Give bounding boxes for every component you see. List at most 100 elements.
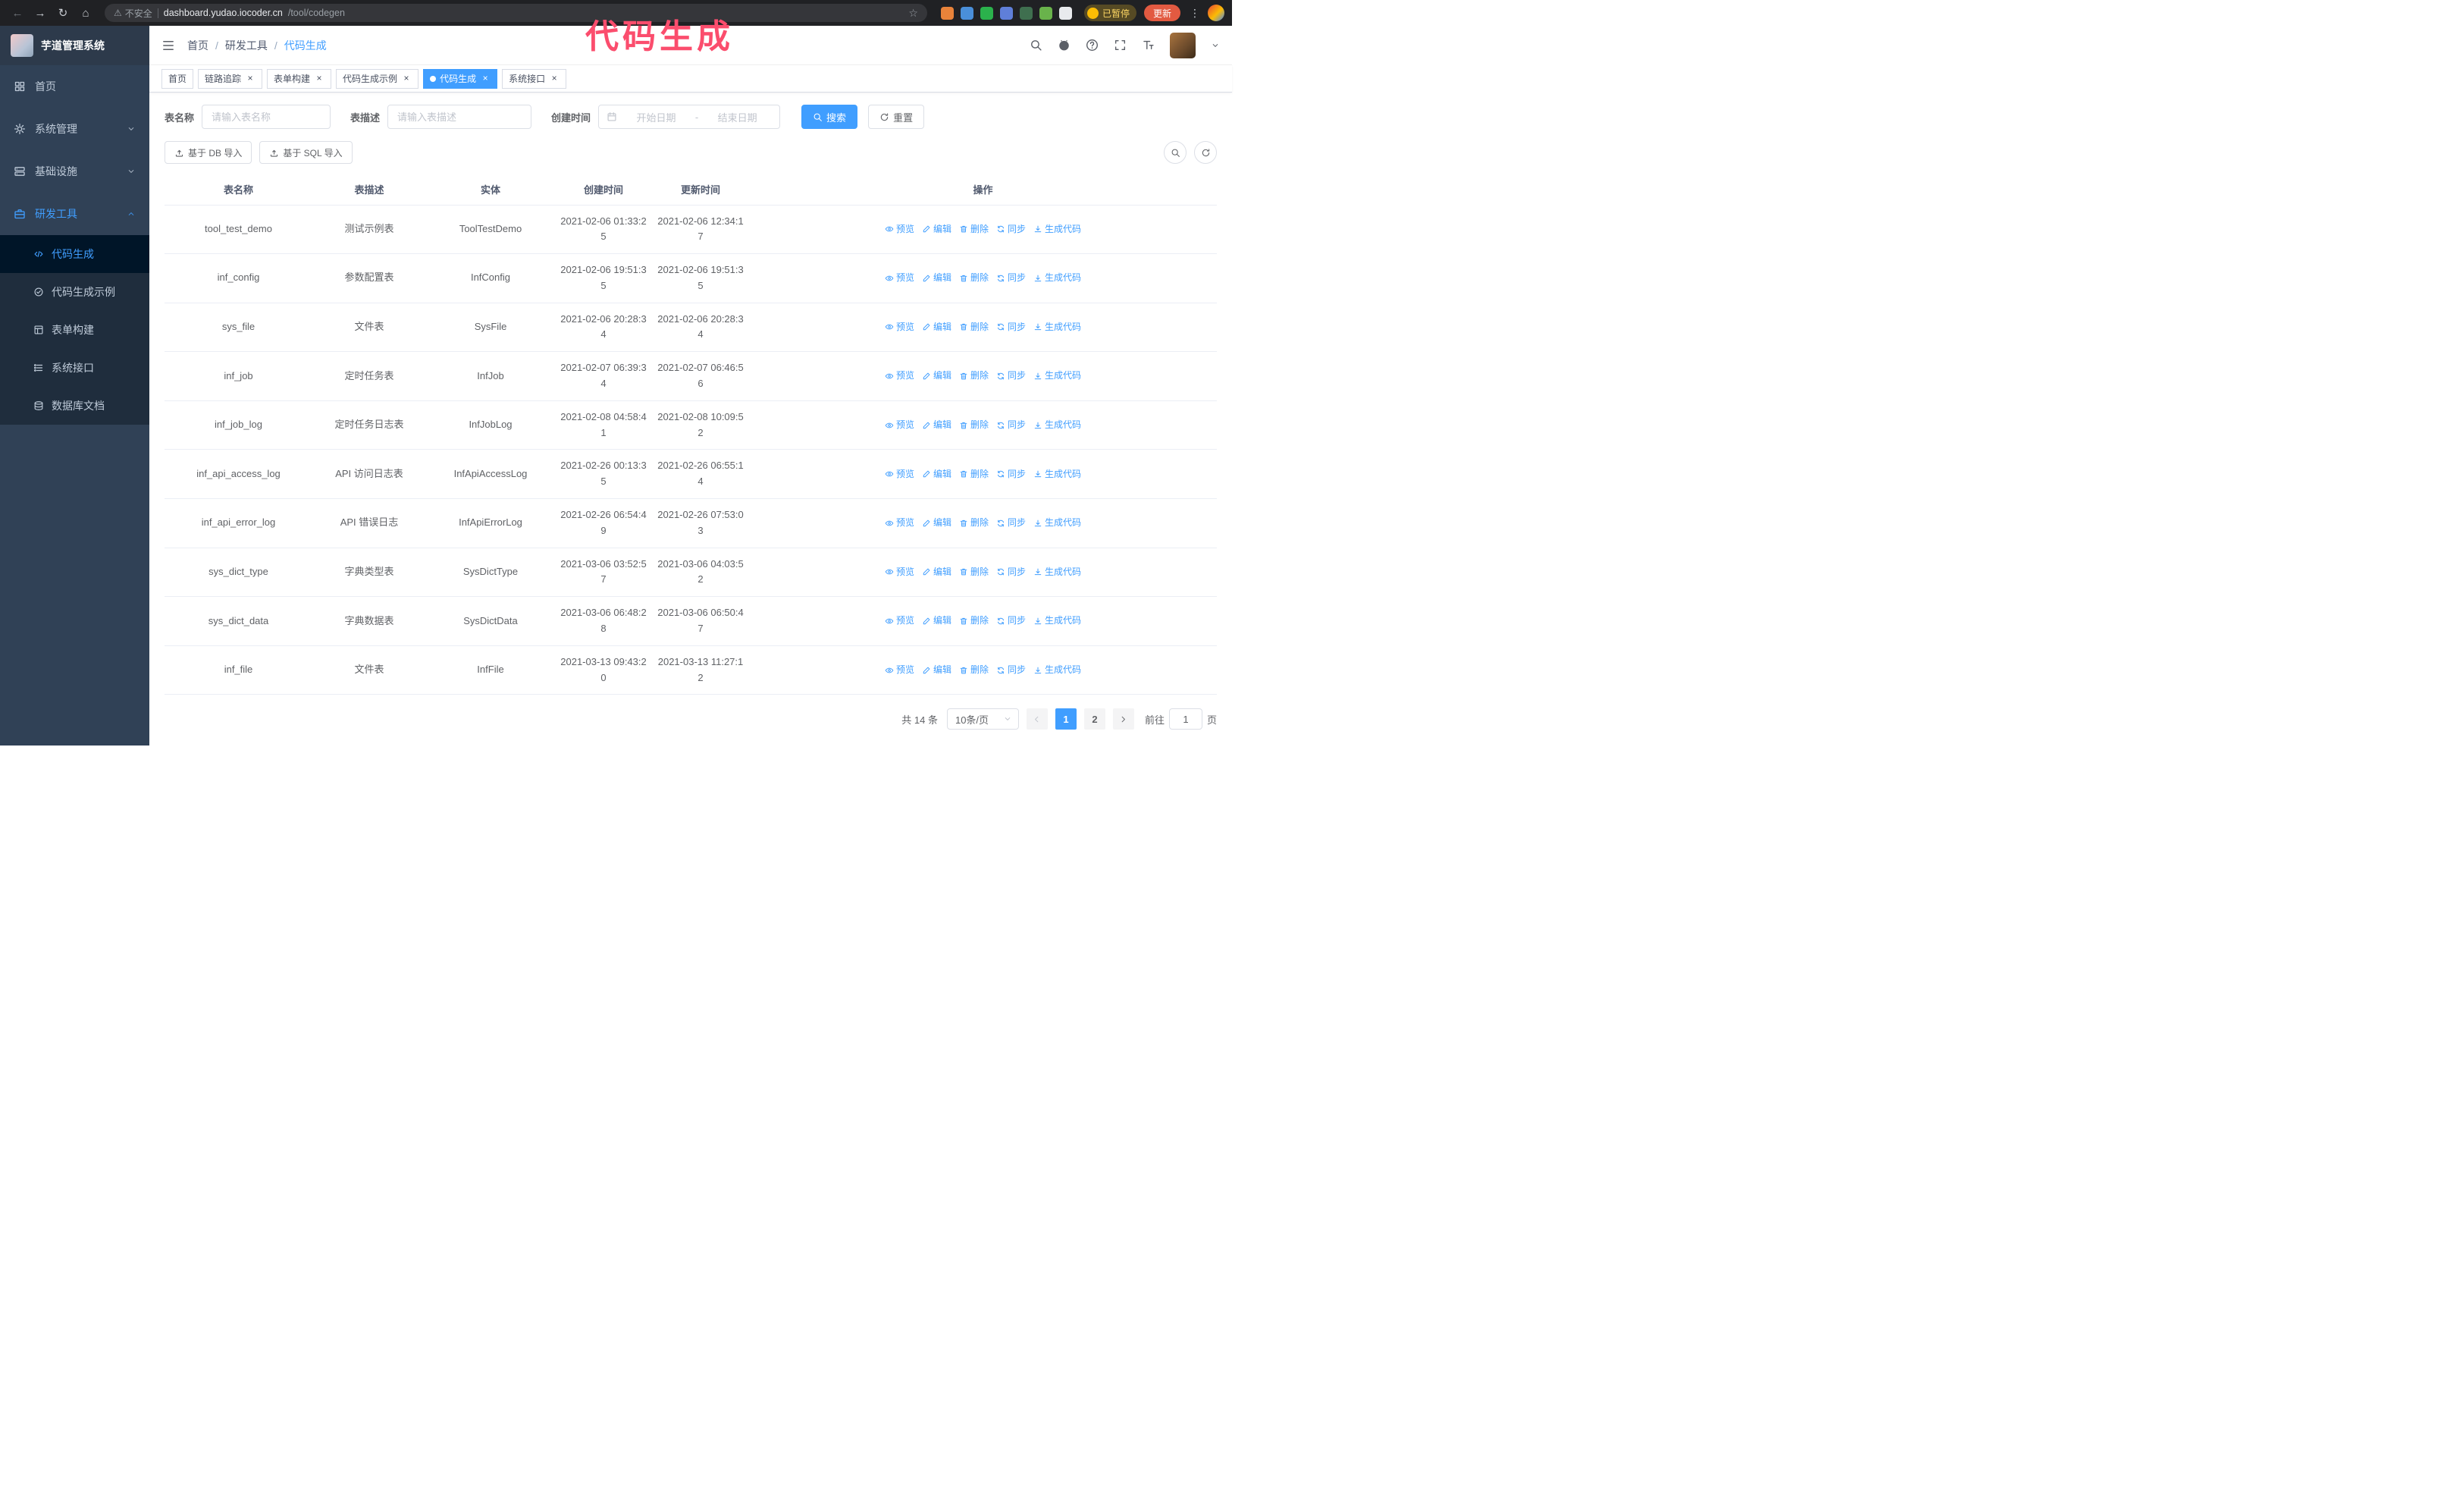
menu-fold-icon[interactable] [161,39,175,52]
action-sync-link[interactable]: 同步 [996,614,1026,628]
action-delete-link[interactable]: 删除 [959,222,989,237]
app-logo[interactable]: 芋道管理系统 [0,26,149,65]
action-sync-link[interactable]: 同步 [996,467,1026,482]
fullscreen-icon[interactable] [1114,39,1127,52]
action-delete-link[interactable]: 删除 [959,418,989,432]
action-eye-link[interactable]: 预览 [885,516,914,530]
action-delete-link[interactable]: 删除 [959,467,989,482]
action-gencode-link[interactable]: 生成代码 [1033,516,1081,530]
import-sql-button[interactable]: 基于 SQL 导入 [259,141,353,164]
tab-首页[interactable]: 首页 [161,68,194,89]
table-desc-input[interactable] [387,105,532,129]
action-gencode-link[interactable]: 生成代码 [1033,467,1081,482]
action-edit-link[interactable]: 编辑 [922,565,951,579]
browser-update-button[interactable]: 更新 [1143,5,1180,21]
action-eye-link[interactable]: 预览 [885,565,914,579]
browser-home-icon[interactable]: ⌂ [76,3,96,23]
goto-page-input[interactable] [1168,708,1202,730]
action-gencode-link[interactable]: 生成代码 [1033,271,1081,285]
sidebar-item[interactable]: 研发工具 [0,193,149,235]
help-icon[interactable] [1086,39,1099,52]
tab-链路追踪[interactable]: 链路追踪 × [198,68,263,89]
action-gencode-link[interactable]: 生成代码 [1033,614,1081,628]
sidebar-subitem[interactable]: 数据库文档 [0,387,149,425]
user-avatar[interactable] [1170,32,1196,58]
close-icon[interactable]: × [401,73,412,84]
action-sync-link[interactable]: 同步 [996,565,1026,579]
action-eye-link[interactable]: 预览 [885,320,914,334]
breadcrumb-devtools[interactable]: 研发工具 [225,38,268,53]
import-db-button[interactable]: 基于 DB 导入 [165,141,252,164]
extension-icon-5[interactable] [1019,6,1033,20]
action-eye-link[interactable]: 预览 [885,369,914,383]
next-page-button[interactable] [1112,708,1134,730]
tab-代码生成[interactable]: 代码生成 × [423,68,498,89]
action-gencode-link[interactable]: 生成代码 [1033,418,1081,432]
extension-icon-4[interactable] [999,6,1013,20]
action-gencode-link[interactable]: 生成代码 [1033,320,1081,334]
sidebar-subitem[interactable]: 代码生成 [0,235,149,273]
action-edit-link[interactable]: 编辑 [922,418,951,432]
action-edit-link[interactable]: 编辑 [922,663,951,677]
extension-icon-3[interactable] [980,6,993,20]
extension-icon-7[interactable] [1058,6,1072,20]
action-sync-link[interactable]: 同步 [996,418,1026,432]
action-sync-link[interactable]: 同步 [996,663,1026,677]
browser-back-icon[interactable]: ← [8,3,27,23]
action-sync-link[interactable]: 同步 [996,222,1026,237]
sidebar-item[interactable]: 首页 [0,65,149,108]
close-icon[interactable]: × [549,73,560,84]
action-sync-link[interactable]: 同步 [996,516,1026,530]
action-edit-link[interactable]: 编辑 [922,369,951,383]
security-warning[interactable]: ⚠ 不安全 [114,7,152,20]
browser-menu-icon[interactable]: ⋮ [1190,7,1200,20]
action-eye-link[interactable]: 预览 [885,467,914,482]
prev-page-button[interactable] [1026,708,1048,730]
font-size-icon[interactable] [1142,39,1155,52]
close-icon[interactable]: × [245,73,255,84]
action-edit-link[interactable]: 编辑 [922,516,951,530]
toggle-search-button[interactable] [1164,141,1187,164]
sidebar-subitem[interactable]: 系统接口 [0,349,149,387]
action-eye-link[interactable]: 预览 [885,418,914,432]
action-gencode-link[interactable]: 生成代码 [1033,565,1081,579]
browser-forward-icon[interactable]: → [30,3,50,23]
browser-reload-icon[interactable]: ↻ [53,3,73,23]
github-icon[interactable] [1058,39,1071,52]
reset-button[interactable]: 重置 [868,105,925,129]
bookmark-star-icon[interactable]: ☆ [908,7,918,20]
action-delete-link[interactable]: 删除 [959,369,989,383]
action-delete-link[interactable]: 删除 [959,565,989,579]
page-size-select[interactable]: 10条/页 [946,708,1019,730]
close-icon[interactable]: × [314,73,324,84]
action-gencode-link[interactable]: 生成代码 [1033,663,1081,677]
breadcrumb-home[interactable]: 首页 [187,38,208,53]
action-delete-link[interactable]: 删除 [959,614,989,628]
date-start-placeholder[interactable]: 开始日期 [622,110,691,124]
action-gencode-link[interactable]: 生成代码 [1033,222,1081,237]
sidebar-item[interactable]: 基础设施 [0,150,149,193]
action-eye-link[interactable]: 预览 [885,614,914,628]
sidebar-subitem[interactable]: 表单构建 [0,311,149,349]
action-edit-link[interactable]: 编辑 [922,222,951,237]
date-end-placeholder[interactable]: 结束日期 [703,110,772,124]
address-bar[interactable]: ⚠ 不安全 dashboard.yudao.iocoder.cn/tool/co… [105,4,927,22]
action-sync-link[interactable]: 同步 [996,271,1026,285]
action-sync-link[interactable]: 同步 [996,320,1026,334]
chevron-down-icon[interactable] [1211,41,1220,50]
extension-icon-6[interactable] [1039,6,1052,20]
browser-profile-avatar[interactable] [1208,5,1224,21]
tab-代码生成示例[interactable]: 代码生成示例 × [336,68,419,89]
page-button-2[interactable]: 2 [1083,708,1105,730]
page-button-1[interactable]: 1 [1055,708,1077,730]
date-range-picker[interactable]: 开始日期 - 结束日期 [598,105,781,129]
refresh-table-button[interactable] [1194,141,1217,164]
action-edit-link[interactable]: 编辑 [922,467,951,482]
action-delete-link[interactable]: 删除 [959,320,989,334]
action-delete-link[interactable]: 删除 [959,663,989,677]
action-eye-link[interactable]: 预览 [885,663,914,677]
action-eye-link[interactable]: 预览 [885,271,914,285]
search-button[interactable]: 搜索 [801,105,858,129]
tab-表单构建[interactable]: 表单构建 × [267,68,332,89]
action-edit-link[interactable]: 编辑 [922,271,951,285]
